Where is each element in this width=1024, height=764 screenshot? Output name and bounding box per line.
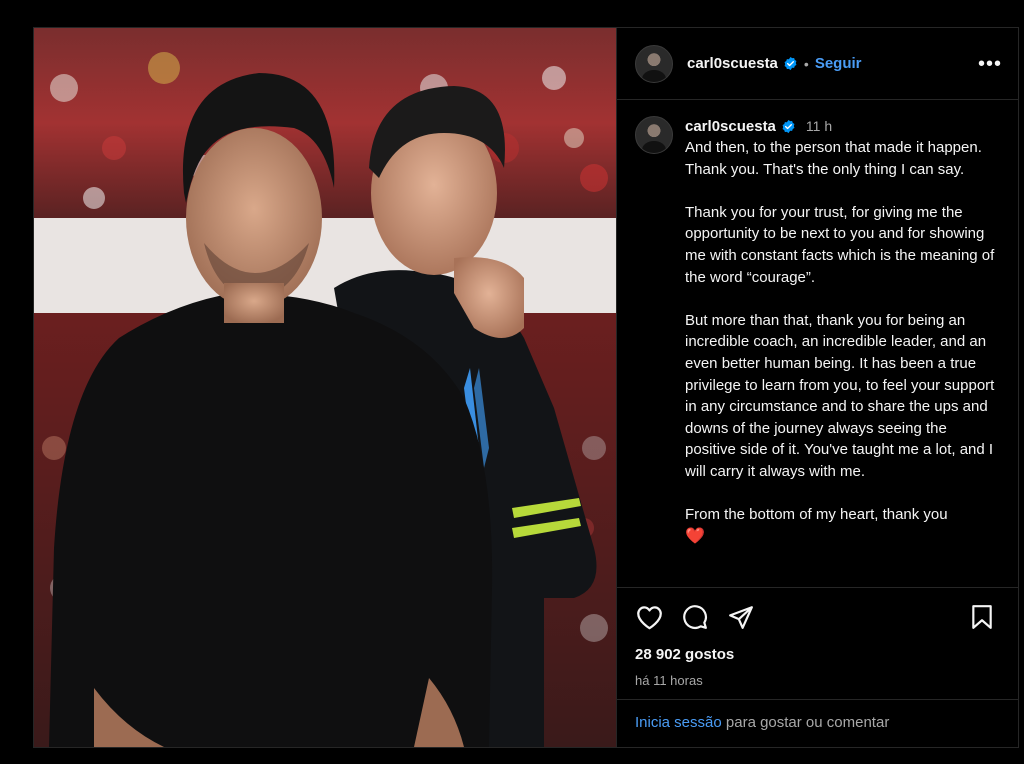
caption-text: And then, to the person that made it hap… xyxy=(685,139,995,524)
heart-icon[interactable] xyxy=(635,603,663,631)
caption-username[interactable]: carl0scuesta xyxy=(685,118,776,135)
verified-badge-icon xyxy=(782,119,795,133)
action-icons xyxy=(635,602,1000,632)
verified-badge-icon xyxy=(784,56,797,71)
caption-section: carl0scuesta 11 h And then, to the perso… xyxy=(617,100,1018,587)
separator-dot: • xyxy=(803,55,809,72)
follow-button[interactable]: Seguir xyxy=(815,55,862,72)
login-link[interactable]: Inicia sessão xyxy=(635,714,722,731)
post-modal: carl0scuesta • Seguir ••• carl0scuesta 1… xyxy=(33,27,1019,748)
bookmark-icon[interactable] xyxy=(968,603,996,631)
post-image xyxy=(34,28,616,747)
share-icon[interactable] xyxy=(727,603,755,631)
caption-time[interactable]: 11 h xyxy=(806,118,832,134)
post-actions: 28 902 gostos há 11 horas Inicia sessão … xyxy=(617,587,1018,747)
more-options-icon[interactable]: ••• xyxy=(978,54,1002,74)
caption-body: carl0scuesta 11 h And then, to the perso… xyxy=(685,116,1000,587)
likes-count[interactable]: 28 902 gostos xyxy=(635,646,1000,663)
caption-meta: carl0scuesta 11 h xyxy=(685,116,1000,136)
heart-emoji: ❤️ xyxy=(685,527,705,545)
post-side-panel: carl0scuesta • Seguir ••• carl0scuesta 1… xyxy=(616,28,1018,747)
caption-avatar[interactable] xyxy=(635,116,673,154)
login-prompt: Inicia sessão para gostar ou comentar xyxy=(617,699,1018,747)
author-avatar[interactable] xyxy=(635,44,673,83)
login-prompt-text: para gostar ou comentar xyxy=(721,714,890,731)
post-header: carl0scuesta • Seguir ••• xyxy=(617,28,1018,100)
author-username[interactable]: carl0scuesta xyxy=(687,55,778,72)
post-timestamp[interactable]: há 11 horas xyxy=(635,673,1000,688)
post-photo xyxy=(34,28,616,747)
comment-icon[interactable] xyxy=(681,603,709,631)
